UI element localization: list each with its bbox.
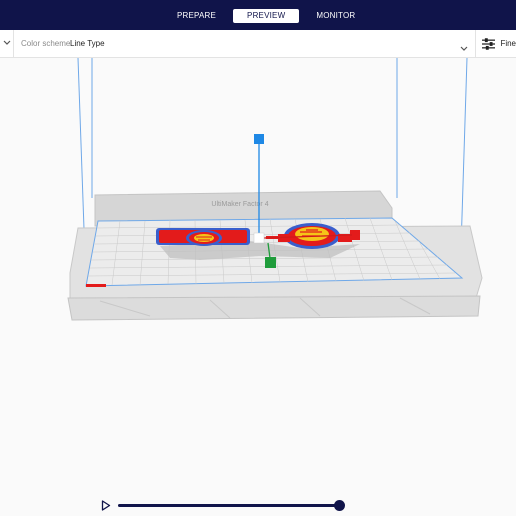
gizmo-z-handle[interactable] — [265, 257, 276, 268]
print-profile-label: Fine — [500, 39, 516, 48]
chevron-down-icon[interactable] — [460, 39, 470, 51]
gizmo-center-handle[interactable] — [253, 232, 265, 244]
sliders-icon — [482, 37, 496, 50]
print-settings-button[interactable]: Fine — [476, 30, 516, 57]
layer-simulation-slider[interactable] — [118, 504, 340, 507]
stage-tabs: PREPARE PREVIEW MONITOR — [168, 9, 364, 23]
gizmo-y-handle[interactable] — [254, 134, 264, 144]
tab-prepare[interactable]: PREPARE — [168, 9, 225, 23]
chevron-down-icon[interactable] — [2, 38, 12, 48]
origin-marker — [86, 284, 106, 287]
color-scheme-dropdown[interactable]: Line Type — [70, 39, 105, 48]
divider — [13, 30, 14, 57]
play-icon[interactable] — [101, 500, 111, 511]
tab-preview[interactable]: PREVIEW — [233, 9, 300, 23]
color-scheme-label: Color scheme — [21, 39, 71, 48]
slider-handle[interactable] — [334, 500, 345, 511]
tab-monitor[interactable]: MONITOR — [307, 9, 364, 23]
3d-viewport[interactable]: UltiMaker Factor 4 — [0, 58, 516, 488]
printer-name-label: UltiMaker Factor 4 — [211, 201, 268, 208]
view-options-bar: Color scheme Line Type Fine — [0, 30, 516, 58]
sliced-model-left — [156, 228, 250, 246]
stage-menu-bar: PREPARE PREVIEW MONITOR — [0, 0, 516, 30]
